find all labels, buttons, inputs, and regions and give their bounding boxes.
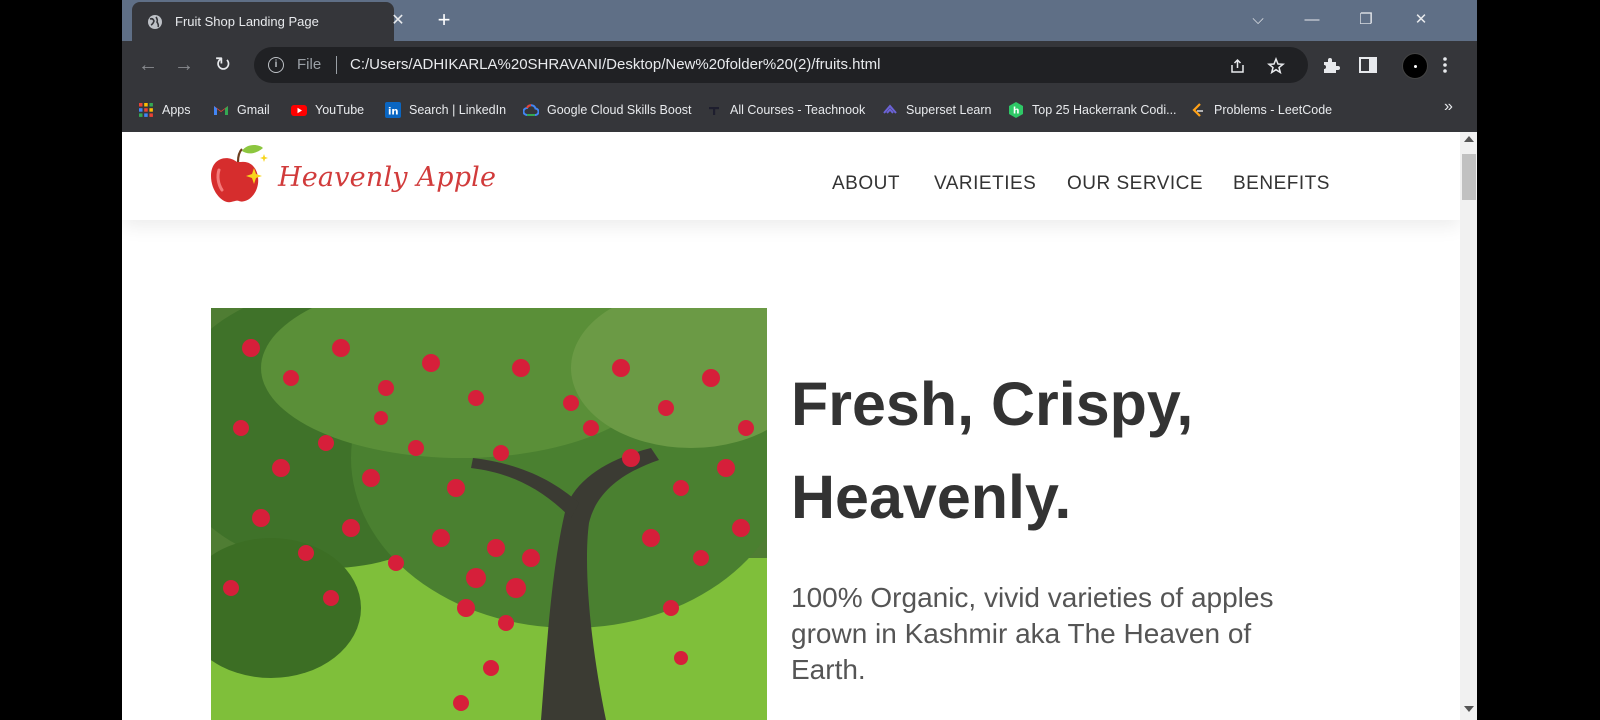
tab-close-icon[interactable]: ✕ [388,11,408,31]
scroll-down-arrow-icon[interactable] [1464,706,1474,712]
extensions-icon[interactable] [1320,54,1342,76]
bookmark-teachnook[interactable]: All Courses - Teachnook [706,100,865,120]
share-icon[interactable] [1229,57,1247,75]
bookmark-label: Search | LinkedIn [409,103,507,117]
tab-strip: Fruit Shop Landing Page ✕ + ⌵ — ❐ ✕ [122,0,1477,41]
file-label: File [297,56,322,73]
back-button[interactable]: ← [136,53,160,77]
bookmark-superset[interactable]: Superset Learn [882,100,991,120]
browser-toolbar: ← → ↻ i File C:/Users/ADHIKARLA%20SHRAVA… [122,41,1477,88]
scroll-thumb[interactable] [1462,154,1476,200]
bookmark-apps[interactable]: Apps [138,100,191,120]
bookmark-star-icon[interactable] [1267,57,1285,75]
gmail-icon [214,106,228,115]
nav-link-varieties[interactable]: VARIETIES [934,173,1036,195]
google-cloud-icon [523,104,539,116]
web-page: Heavenly Apple ABOUT VARIETIES OUR SERVI… [122,132,1460,720]
bookmark-gmail[interactable]: Gmail [213,100,270,120]
bookmark-label: Top 25 Hackerrank Codi... [1032,103,1177,117]
tab-search-icon[interactable]: ⌵ [1243,8,1273,32]
svg-text:h: h [1013,107,1019,117]
bookmark-label: Google Cloud Skills Boost [547,103,692,117]
reload-button[interactable]: ↻ [211,53,235,77]
restore-button[interactable]: ❐ [1351,8,1381,32]
tab-title: Fruit Shop Landing Page [175,14,319,29]
scroll-up-arrow-icon[interactable] [1464,136,1474,142]
headline-line-2: Heavenly. [791,463,1072,531]
superset-icon [883,104,897,114]
bookmark-label: All Courses - Teachnook [730,103,866,117]
page-scrollbar[interactable] [1460,132,1477,720]
youtube-icon [291,105,307,116]
browser-window: Fruit Shop Landing Page ✕ + ⌵ — ❐ ✕ ← → … [122,0,1477,720]
apple-logo-icon[interactable] [209,142,271,206]
window-close-button[interactable]: ✕ [1406,8,1436,32]
svg-text:in: in [388,107,399,118]
hackerrank-icon: h [1009,102,1023,118]
address-bar[interactable]: i File C:/Users/ADHIKARLA%20SHRAVANI/Des… [254,47,1308,83]
teachnook-icon [709,107,719,115]
bookmark-label: Problems - LeetCode [1214,103,1333,117]
leetcode-icon [1192,103,1203,117]
side-panel-icon[interactable] [1357,54,1379,76]
info-icon[interactable]: i [268,57,284,73]
bookmark-linkedin[interactable]: in Search | LinkedIn [385,100,506,120]
headline-line-1: Fresh, Crispy, [791,370,1194,438]
nav-link-about[interactable]: ABOUT [832,173,900,195]
bookmark-label: Superset Learn [906,103,992,117]
profile-avatar[interactable] [1402,53,1428,79]
new-tab-button[interactable]: + [432,9,456,33]
site-header: Heavenly Apple ABOUT VARIETIES OUR SERVI… [122,132,1460,220]
minimize-button[interactable]: — [1297,8,1327,32]
nav-link-benefits[interactable]: BENEFITS [1233,173,1330,195]
hero-subtext: 100% Organic, vivid varieties of apples … [791,582,1274,685]
apple-tree-image [211,308,767,720]
address-separator [336,56,337,74]
url-text[interactable]: C:/Users/ADHIKARLA%20SHRAVANI/Desktop/Ne… [350,56,880,73]
nav-link-our-service[interactable]: OUR SERVICE [1067,173,1203,195]
apps-grid-icon [139,103,153,117]
bookmark-leetcode[interactable]: Problems - LeetCode [1190,100,1332,120]
bookmark-hackerrank[interactable]: h Top 25 Hackerrank Codi... [1008,100,1177,120]
linkedin-icon: in [385,102,401,118]
browser-tab[interactable]: Fruit Shop Landing Page ✕ [132,2,405,41]
bookmark-label: Apps [162,103,191,117]
bookmark-youtube[interactable]: YouTube [291,100,364,120]
bookmarks-overflow-button[interactable]: » [1444,98,1453,116]
bookmark-google-cloud[interactable]: Google Cloud Skills Boost [523,100,692,120]
menu-dots-icon[interactable] [1434,54,1456,76]
globe-icon [148,15,162,29]
bookmark-label: YouTube [315,103,365,117]
bookmark-label: Gmail [237,103,270,117]
bookmarks-bar: Apps Gmail YouTube in Search | LinkedIn [122,88,1477,133]
hero-headline: Fresh, Crispy, Heavenly. [791,358,1351,544]
forward-button[interactable]: → [172,53,196,77]
logo-text[interactable]: Heavenly Apple [278,162,496,193]
